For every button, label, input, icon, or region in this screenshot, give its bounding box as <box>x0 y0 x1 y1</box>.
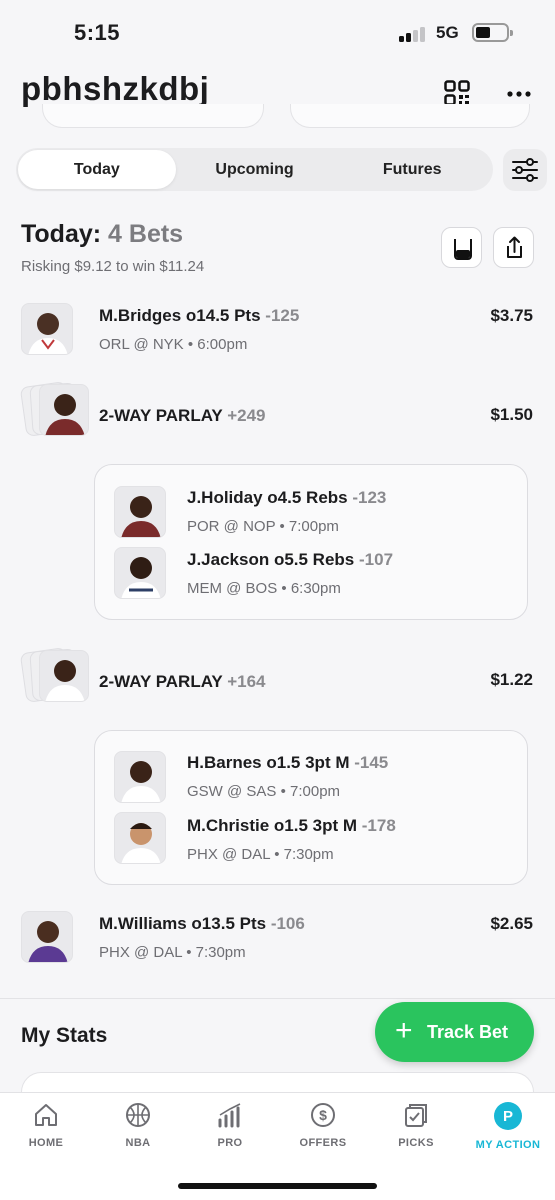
nav-label: HOME <box>28 1137 64 1149</box>
bet-amount: $1.50 <box>490 405 533 424</box>
player-avatar <box>21 303 73 355</box>
home-icon <box>35 1104 57 1126</box>
nav-my-action[interactable]: P MY ACTION <box>462 1101 554 1151</box>
peek-card <box>290 104 530 128</box>
player-avatar <box>114 812 166 864</box>
cup-icon <box>454 239 472 260</box>
nav-home[interactable]: HOME <box>0 1101 92 1149</box>
cash-button[interactable] <box>441 227 482 268</box>
player-avatar <box>114 486 166 538</box>
status-time: 5:15 <box>74 20 121 45</box>
bet-odds: -106 <box>270 914 305 933</box>
player-avatar <box>114 547 166 599</box>
bet-title[interactable]: 2-WAY PARLAY +164 <box>99 672 266 692</box>
qr-code-icon[interactable] <box>444 80 470 106</box>
nav-picks[interactable]: PICKS <box>370 1101 462 1149</box>
chart-icon <box>218 1103 241 1128</box>
tab-today[interactable]: Today <box>18 150 176 189</box>
plus-icon: + <box>395 1014 413 1047</box>
bet-game: PHX @ DAL • 7:30pm <box>99 944 246 961</box>
section-title: Today: 4 Bets <box>21 220 183 249</box>
bet-odds: +249 <box>227 406 266 425</box>
nav-label: OFFERS <box>299 1137 347 1149</box>
bet-selection: M.Bridges o14.5 Pts <box>99 306 261 325</box>
home-indicator <box>178 1183 377 1189</box>
bet-count: 4 Bets <box>108 220 184 248</box>
leg-game: GSW @ SAS • 7:00pm <box>187 783 341 800</box>
page-title: pbhshzkdbj <box>21 70 210 107</box>
track-bet-button[interactable]: + Track Bet <box>375 1002 534 1062</box>
risk-summary: Risking $9.12 to win $11.24 <box>21 258 205 275</box>
bet-selection: M.Williams o13.5 Pts <box>99 914 267 933</box>
nav-pro[interactable]: PRO <box>184 1101 276 1149</box>
stats-title: My Stats <box>21 1024 108 1047</box>
bet-selection: 2-WAY PARLAY <box>99 406 223 425</box>
network-label: 5G <box>436 23 459 42</box>
bet-selection: 2-WAY PARLAY <box>99 672 223 691</box>
bet-odds: +164 <box>227 672 266 691</box>
leg-title: H.Barnes o1.5 3pt M -145 <box>187 753 388 773</box>
player-avatar <box>114 751 166 803</box>
leg-selection: H.Barnes o1.5 3pt M <box>187 753 350 772</box>
bet-amount: $3.75 <box>490 306 533 325</box>
peek-card <box>42 104 264 128</box>
nav-label: NBA <box>125 1137 151 1149</box>
nav-label: PRO <box>217 1137 243 1149</box>
player-avatar <box>21 911 73 963</box>
divider <box>0 998 555 999</box>
signal-icon <box>399 26 429 42</box>
profile-icon: P <box>494 1102 522 1130</box>
leg-odds: -145 <box>354 753 389 772</box>
player-avatar <box>39 650 89 702</box>
battery-icon <box>472 23 513 42</box>
bet-title[interactable]: 2-WAY PARLAY +249 <box>99 406 266 426</box>
player-avatar <box>39 384 89 436</box>
nav-nba[interactable]: NBA <box>92 1101 184 1149</box>
nav-label: PICKS <box>398 1137 434 1149</box>
status-bar: 5:15 5G <box>0 0 555 60</box>
leg-game: PHX @ DAL • 7:30pm <box>187 846 334 863</box>
sliders-icon <box>512 158 538 182</box>
svg-text:$: $ <box>319 1107 327 1123</box>
more-icon[interactable] <box>506 84 532 104</box>
bet-title[interactable]: M.Bridges o14.5 Pts -125 <box>99 306 299 326</box>
leg-title: J.Holiday o4.5 Rebs -123 <box>187 488 386 508</box>
section-title-prefix: Today: <box>21 220 102 248</box>
tab-bar: Today Upcoming Futures <box>16 148 493 191</box>
bet-amount: $1.22 <box>490 670 533 689</box>
leg-selection: J.Holiday o4.5 Rebs <box>187 488 348 507</box>
leg-selection: J.Jackson o5.5 Rebs <box>187 550 355 569</box>
tab-upcoming[interactable]: Upcoming <box>176 150 334 189</box>
svg-text:P: P <box>503 1108 513 1125</box>
leg-odds: -178 <box>361 816 396 835</box>
leg-title: M.Christie o1.5 3pt M -178 <box>187 816 396 836</box>
leg-game: POR @ NOP • 7:00pm <box>187 518 339 535</box>
leg-selection: M.Christie o1.5 3pt M <box>187 816 358 835</box>
share-icon <box>507 236 522 258</box>
track-bet-label: Track Bet <box>427 1022 509 1042</box>
dollar-icon: $ <box>311 1103 335 1127</box>
bet-amount: $2.65 <box>490 914 533 933</box>
leg-odds: -123 <box>352 488 387 507</box>
filter-button[interactable] <box>503 149 547 191</box>
bet-title[interactable]: M.Williams o13.5 Pts -106 <box>99 914 305 934</box>
basketball-icon <box>126 1103 150 1127</box>
bet-odds: -125 <box>265 306 300 325</box>
leg-odds: -107 <box>359 550 394 569</box>
picks-icon <box>405 1104 427 1127</box>
bet-game: ORL @ NYK • 6:00pm <box>99 336 248 353</box>
share-button[interactable] <box>493 227 534 268</box>
leg-game: MEM @ BOS • 6:30pm <box>187 580 341 597</box>
leg-title: J.Jackson o5.5 Rebs -107 <box>187 550 393 570</box>
nav-label: MY ACTION <box>475 1139 541 1151</box>
nav-offers[interactable]: $ OFFERS <box>277 1101 369 1149</box>
tab-futures[interactable]: Futures <box>333 150 491 189</box>
